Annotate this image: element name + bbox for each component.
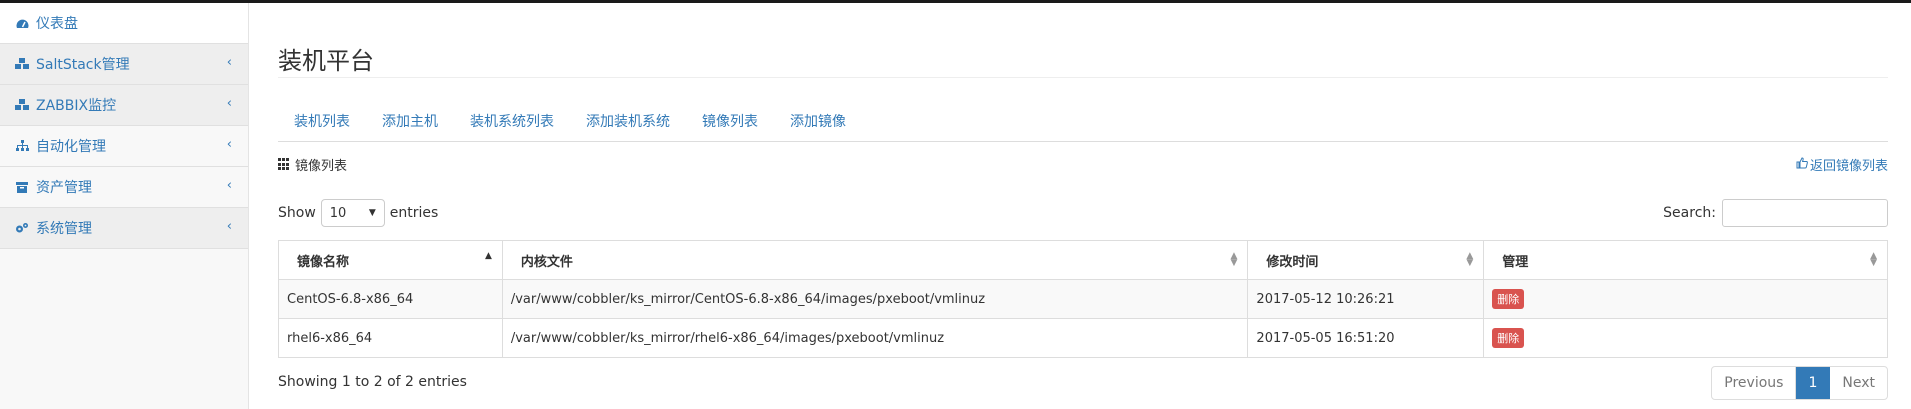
grid-icon: [278, 158, 291, 171]
back-to-image-list-link[interactable]: 返回镜像列表: [1796, 155, 1888, 174]
cell-manage: 删除: [1483, 279, 1888, 319]
sort-icon: ▲ ▼: [1230, 251, 1238, 268]
sidebar-item-label: 自动化管理: [36, 139, 106, 155]
tab-add-host[interactable]: 添加主机: [366, 103, 454, 141]
pagination: Previous 1 Next: [1711, 366, 1888, 400]
page-1-button[interactable]: 1: [1796, 367, 1831, 399]
delete-button[interactable]: 删除: [1492, 289, 1525, 309]
panel-title-text: 镜像列表: [295, 159, 348, 174]
gears-icon: [14, 220, 30, 236]
chevron-left-icon: ‹: [226, 178, 232, 193]
sidebar-item-zabbix[interactable]: ZABBIX监控 ‹: [0, 85, 248, 126]
length-control: Show 10 ▼ entries: [278, 199, 438, 227]
cell-manage: 删除: [1483, 318, 1888, 358]
search-control: Search:: [1663, 199, 1888, 227]
header-label: 管理: [1502, 254, 1529, 270]
sidebar-item-automation[interactable]: 自动化管理 ‹: [0, 126, 248, 167]
top-border: [0, 0, 1911, 3]
sidebar: 仪表盘 SaltStack管理 ‹ ZABBIX监控 ‹ 自动化管理 ‹ 资产管…: [0, 3, 249, 409]
entries-per-page-select[interactable]: 10 ▼: [320, 199, 385, 227]
cell-modified-time: 2017-05-12 10:26:21: [1247, 279, 1485, 319]
sitemap-icon: [14, 138, 30, 154]
show-label: Show: [278, 205, 316, 221]
select-value: 10: [329, 205, 347, 221]
sidebar-item-label: SaltStack管理: [36, 57, 130, 73]
tab-install-list[interactable]: 装机列表: [278, 103, 366, 141]
sidebar-item-assets[interactable]: 资产管理 ‹: [0, 167, 248, 208]
previous-page-button[interactable]: Previous: [1712, 367, 1797, 399]
sort-icon: ▲ ▼: [1466, 251, 1474, 268]
tab-bar: 装机列表 添加主机 装机系统列表 添加装机系统 镜像列表 添加镜像: [278, 103, 1888, 142]
thumbs-up-icon: [1796, 156, 1808, 173]
sidebar-item-saltstack[interactable]: SaltStack管理 ‹: [0, 44, 248, 85]
chevron-left-icon: ‹: [226, 137, 232, 152]
column-header-kernel-file[interactable]: 内核文件 ▲ ▼: [501, 240, 1249, 280]
sort-asc-icon: ▲: [484, 251, 492, 261]
column-header-manage[interactable]: 管理 ▲ ▼: [1483, 240, 1888, 280]
panel-title: 镜像列表: [278, 155, 347, 174]
table-info: Showing 1 to 2 of 2 entries: [278, 374, 467, 390]
header-label: 内核文件: [520, 254, 573, 270]
entries-label: entries: [389, 205, 439, 221]
column-header-image-name[interactable]: 镜像名称 ▲: [278, 240, 503, 280]
delete-button[interactable]: 删除: [1492, 328, 1525, 348]
back-link-label: 返回镜像列表: [1809, 159, 1888, 174]
sidebar-item-dashboard[interactable]: 仪表盘: [0, 3, 248, 44]
cell-image-name: CentOS-6.8-x86_64: [278, 279, 503, 319]
sidebar-item-label: 资产管理: [36, 180, 92, 196]
image-table: 镜像名称 ▲ 内核文件 ▲ ▼ 修改时间 ▲ ▼ 管理 ▲ ▼ CentOS-6…: [278, 240, 1888, 358]
table-row: CentOS-6.8-x86_64 /var/www/cobbler/ks_mi…: [278, 279, 1888, 319]
tab-install-system-list[interactable]: 装机系统列表: [454, 103, 570, 141]
next-page-button[interactable]: Next: [1830, 367, 1887, 399]
chevron-left-icon: ‹: [226, 96, 232, 111]
sidebar-item-system[interactable]: 系统管理 ‹: [0, 208, 248, 249]
sidebar-item-label: 系统管理: [36, 221, 92, 237]
header-label: 修改时间: [1266, 254, 1319, 270]
cell-kernel-file: /var/www/cobbler/ks_mirror/CentOS-6.8-x8…: [501, 279, 1249, 319]
cubes-icon: [14, 56, 30, 72]
header-label: 镜像名称: [297, 254, 350, 270]
sort-icon: ▲ ▼: [1870, 251, 1877, 268]
divider: [278, 77, 1888, 78]
search-label: Search:: [1663, 205, 1716, 221]
table-row: rhel6-x86_64 /var/www/cobbler/ks_mirror/…: [278, 318, 1888, 358]
sidebar-item-label: ZABBIX监控: [36, 98, 117, 114]
tab-add-image[interactable]: 添加镜像: [774, 103, 862, 141]
caret-down-icon: ▼: [368, 208, 376, 218]
chevron-left-icon: ‹: [226, 219, 232, 234]
cell-image-name: rhel6-x86_64: [278, 318, 503, 358]
cubes-icon: [14, 97, 30, 113]
tab-image-list[interactable]: 镜像列表: [686, 103, 774, 141]
tab-add-install-system[interactable]: 添加装机系统: [570, 103, 686, 141]
column-header-modified-time[interactable]: 修改时间 ▲ ▼: [1247, 240, 1485, 280]
chevron-left-icon: ‹: [226, 55, 232, 70]
table-header-row: 镜像名称 ▲ 内核文件 ▲ ▼ 修改时间 ▲ ▼ 管理 ▲ ▼: [278, 240, 1888, 280]
page-title: 装机平台: [278, 47, 374, 75]
cell-modified-time: 2017-05-05 16:51:20: [1247, 318, 1485, 358]
cell-kernel-file: /var/www/cobbler/ks_mirror/rhel6-x86_64/…: [501, 318, 1249, 358]
search-input[interactable]: [1722, 199, 1888, 227]
dashboard-icon: [14, 15, 30, 31]
sidebar-item-label: 仪表盘: [36, 16, 78, 32]
archive-icon: [14, 179, 30, 195]
